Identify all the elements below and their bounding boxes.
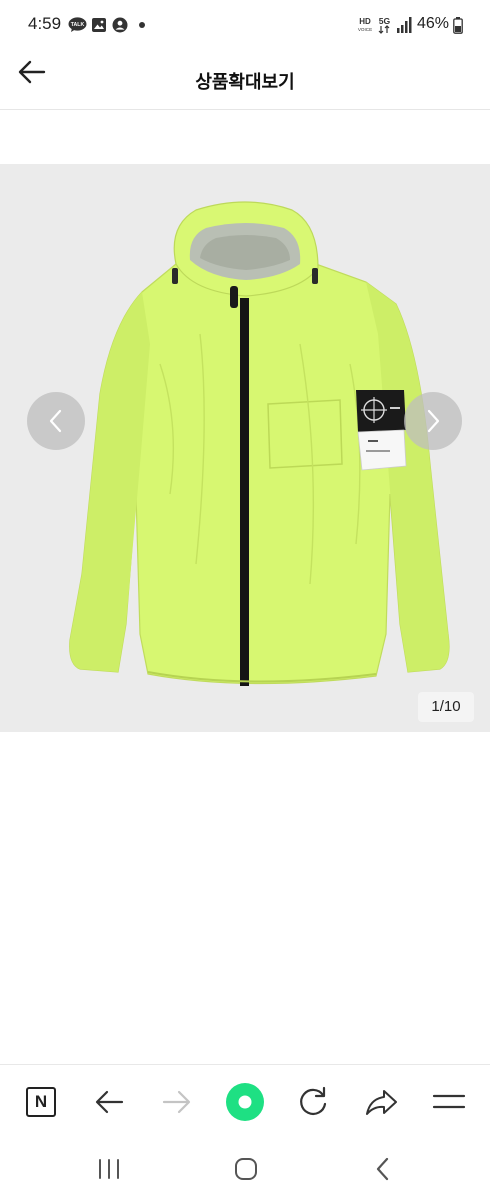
page-title: 상품확대보기 bbox=[195, 72, 295, 92]
next-image-button[interactable] bbox=[404, 392, 462, 450]
menu-button[interactable] bbox=[430, 1083, 468, 1121]
share-icon bbox=[366, 1090, 397, 1115]
back-icon bbox=[376, 1157, 389, 1181]
product-image[interactable] bbox=[0, 164, 490, 732]
talk-badge-text: TALK bbox=[71, 22, 85, 28]
header: 상품확대보기 bbox=[0, 52, 490, 110]
svg-text:VOICE: VOICE bbox=[358, 27, 372, 32]
forward-arrow-icon bbox=[162, 1090, 191, 1114]
naver-home-icon: N bbox=[26, 1087, 56, 1117]
signal-icon bbox=[397, 17, 412, 33]
svg-text:HD: HD bbox=[359, 17, 371, 26]
notification-dot bbox=[139, 22, 145, 28]
share-button[interactable] bbox=[362, 1083, 400, 1121]
chevron-right-icon bbox=[427, 409, 440, 433]
gallery-icon bbox=[92, 18, 106, 32]
menu-icon bbox=[432, 1094, 466, 1109]
chevron-left-icon bbox=[49, 409, 62, 433]
back-arrow-icon bbox=[95, 1090, 124, 1114]
refresh-icon bbox=[300, 1086, 327, 1115]
battery-percent: 46% bbox=[417, 15, 450, 32]
recent-apps-icon bbox=[99, 1159, 119, 1179]
browser-forward-button[interactable] bbox=[158, 1083, 196, 1121]
system-navigation-bar bbox=[0, 1138, 490, 1200]
svg-text:5G: 5G bbox=[379, 16, 391, 26]
refresh-button[interactable] bbox=[294, 1083, 332, 1121]
hd-voice-icon: HD VOICE bbox=[358, 17, 372, 32]
green-dot-button[interactable] bbox=[225, 1083, 264, 1121]
status-bar: 4:59 TALK HD VOICE 5G 46% bbox=[0, 0, 490, 52]
kakaotalk-icon: TALK bbox=[68, 17, 87, 32]
battery-icon bbox=[453, 17, 463, 34]
naver-home-button[interactable]: N bbox=[22, 1083, 60, 1121]
green-dot-icon bbox=[226, 1083, 264, 1121]
home-button[interactable] bbox=[229, 1152, 263, 1186]
5g-network-icon: 5G bbox=[378, 16, 391, 34]
home-icon bbox=[235, 1158, 257, 1180]
image-viewer[interactable]: 1/10 bbox=[0, 164, 490, 732]
status-time: 4:59 bbox=[28, 14, 62, 33]
page: 4:59 TALK HD VOICE 5G 46% 상품확대보기 1/10 N bbox=[0, 0, 490, 1200]
previous-image-button[interactable] bbox=[27, 392, 85, 450]
image-counter: 1/10 bbox=[418, 692, 474, 722]
browser-toolbar: N bbox=[0, 1064, 490, 1138]
browser-back-button[interactable] bbox=[90, 1083, 128, 1121]
system-back-button[interactable] bbox=[366, 1152, 400, 1186]
account-icon bbox=[112, 17, 128, 33]
recent-apps-button[interactable] bbox=[92, 1152, 126, 1186]
